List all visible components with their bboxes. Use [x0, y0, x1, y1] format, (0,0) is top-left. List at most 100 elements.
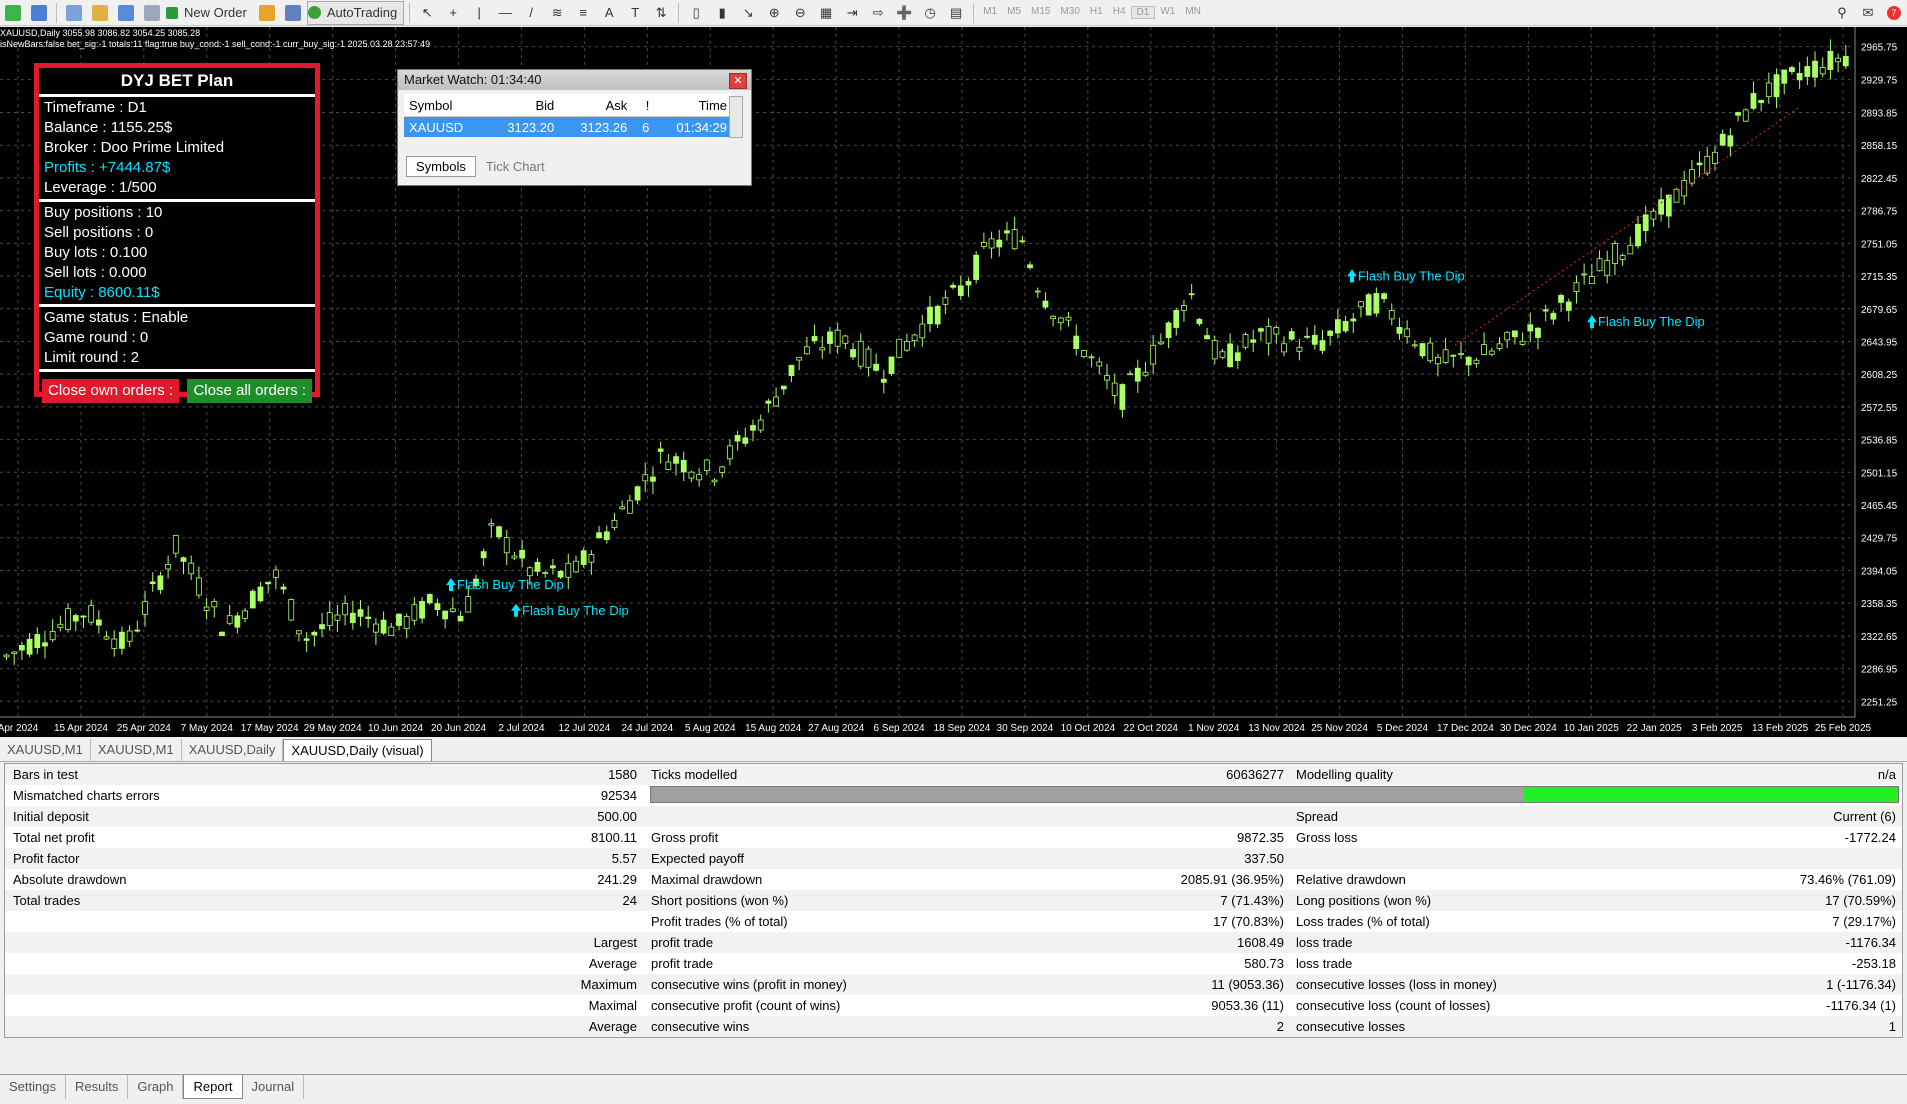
candle-body: [219, 631, 225, 637]
chart-tab[interactable]: XAUUSD,Daily (visual): [283, 739, 432, 761]
column-header[interactable]: !: [632, 94, 655, 117]
date-label: 25 Nov 2024: [1311, 723, 1368, 734]
fibonacci-icon[interactable]: ≡: [571, 2, 595, 24]
candle-body: [342, 603, 349, 616]
report-value: 500.00: [597, 809, 637, 824]
profiles-icon[interactable]: [27, 2, 51, 24]
timeframe-d1[interactable]: D1: [1130, 6, 1156, 19]
tab-tick-chart[interactable]: Tick Chart: [475, 156, 555, 177]
arrows-icon[interactable]: ⇅: [649, 2, 673, 24]
candle-body: [519, 549, 526, 559]
timeframe-m1[interactable]: M1: [978, 6, 1002, 19]
tab-journal[interactable]: Journal: [243, 1075, 305, 1099]
tab-symbols[interactable]: Symbols: [406, 156, 476, 177]
line-chart-icon[interactable]: ↘: [736, 2, 760, 24]
chart-tab[interactable]: XAUUSD,M1: [91, 739, 182, 761]
zoom-out-icon[interactable]: ⊖: [788, 2, 812, 24]
new-chart-icon[interactable]: [1, 2, 25, 24]
candle-body: [226, 615, 233, 624]
column-header[interactable]: Ask: [559, 94, 633, 117]
candle-body: [626, 500, 633, 514]
tab-settings[interactable]: Settings: [0, 1075, 66, 1099]
tab-report[interactable]: Report: [183, 1075, 243, 1099]
strategy-tester-icon[interactable]: [140, 2, 164, 24]
column-header[interactable]: Symbol: [404, 94, 487, 117]
date-label: 24 Jul 2024: [621, 723, 673, 734]
candle-body: [980, 242, 987, 247]
timeframe-text: Timeframe : D1: [44, 99, 147, 116]
indicators-icon[interactable]: ➕: [892, 2, 916, 24]
report-row: Average consecutive wins 2 consecutive loss…: [5, 1016, 1902, 1037]
terminal-icon[interactable]: [114, 2, 138, 24]
trendline-icon[interactable]: /: [519, 2, 543, 24]
horizontal-line-icon[interactable]: —: [493, 2, 517, 24]
templates-icon[interactable]: ▤: [944, 2, 968, 24]
new-order-button[interactable]: New Order: [166, 2, 253, 24]
timeframe-h1[interactable]: H1: [1085, 6, 1108, 19]
autotrading-button[interactable]: AutoTrading: [306, 0, 405, 25]
candle-body: [372, 623, 379, 633]
crosshair-icon[interactable]: +: [441, 2, 465, 24]
report-label: Absolute drawdown: [13, 872, 127, 887]
close-own-orders-button[interactable]: Close own orders :: [42, 379, 180, 403]
price-label: 2536.85: [1861, 436, 1898, 447]
candle-body: [57, 623, 64, 629]
metaeditor-icon[interactable]: [255, 2, 279, 24]
candle-body: [80, 615, 87, 618]
date-label: 10 Oct 2024: [1061, 723, 1116, 734]
panel-title: DYJ BET Plan: [120, 71, 234, 90]
toolbar-divider: [678, 2, 680, 23]
tile-windows-icon[interactable]: ▦: [814, 2, 838, 24]
close-all-orders-button[interactable]: Close all orders :: [187, 379, 312, 403]
candle-body: [1319, 340, 1326, 351]
autoscroll-icon[interactable]: ⇨: [866, 2, 890, 24]
cursor-icon[interactable]: ↖: [415, 2, 439, 24]
candle-body: [711, 479, 718, 483]
candle-body: [827, 331, 833, 344]
candle-body: [1242, 334, 1249, 348]
timeframe-m30[interactable]: M30: [1055, 6, 1084, 19]
vertical-line-icon[interactable]: |: [467, 2, 491, 24]
price-label: 2572.55: [1861, 403, 1898, 414]
column-header[interactable]: Time: [654, 94, 732, 117]
zoom-in-icon[interactable]: ⊕: [762, 2, 786, 24]
tab-results[interactable]: Results: [66, 1075, 129, 1099]
timeframe-w1[interactable]: W1: [1155, 6, 1180, 19]
candle-body: [1604, 260, 1611, 276]
tab-graph[interactable]: Graph: [128, 1075, 184, 1099]
candle-body: [1765, 82, 1772, 98]
close-icon[interactable]: ✕: [729, 73, 747, 89]
notification-badge-icon[interactable]: 7: [1882, 2, 1906, 24]
report-label: Ticks modelled: [651, 767, 738, 782]
signal-label: Flash Buy The Dip: [522, 603, 629, 618]
symbol-row[interactable]: XAUUSD 3123.20 3123.26 6 01:34:29: [404, 116, 732, 137]
candle-body: [49, 631, 56, 641]
timeframe-h4[interactable]: H4: [1108, 6, 1131, 19]
report-value: 17 (70.83%): [1213, 914, 1284, 929]
candlestick-icon[interactable]: ▮: [710, 2, 734, 24]
timeframe-m5[interactable]: M5: [1002, 6, 1026, 19]
chart-tab[interactable]: XAUUSD,Daily: [182, 739, 284, 761]
market-watch-icon[interactable]: [62, 2, 86, 24]
text-label-icon[interactable]: T: [623, 2, 647, 24]
search-icon[interactable]: ⚲: [1830, 2, 1854, 24]
market-watch-scrollbar[interactable]: [729, 96, 743, 138]
candle-body: [950, 284, 956, 288]
timeframe-m15[interactable]: M15: [1026, 6, 1055, 19]
signal-label: Flash Buy The Dip: [1358, 268, 1465, 283]
candle-body: [488, 523, 495, 526]
candle-body: [1442, 349, 1449, 364]
timeframe-mn[interactable]: MN: [1180, 6, 1206, 19]
periods-icon[interactable]: ◷: [918, 2, 942, 24]
chart-shift-icon[interactable]: ⇥: [840, 2, 864, 24]
chat-icon[interactable]: ✉: [1856, 2, 1880, 24]
candle-body: [965, 281, 972, 286]
market-watch-titlebar[interactable]: Market Watch: 01:34:40 ✕: [398, 70, 751, 90]
column-header[interactable]: Bid: [486, 94, 560, 117]
signals-icon[interactable]: [281, 2, 305, 24]
bar-chart-icon[interactable]: ▯: [684, 2, 708, 24]
chart-tab[interactable]: XAUUSD,M1: [0, 739, 91, 761]
text-icon[interactable]: A: [597, 2, 621, 24]
navigator-icon[interactable]: [88, 2, 112, 24]
channel-icon[interactable]: ≋: [545, 2, 569, 24]
